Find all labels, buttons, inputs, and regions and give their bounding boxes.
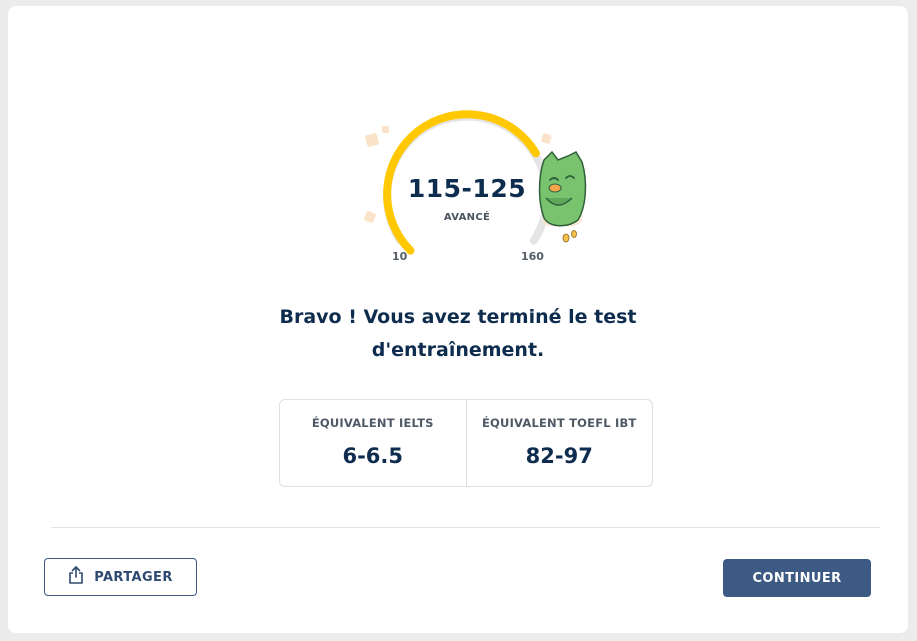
- divider: [51, 527, 880, 528]
- share-button-label: PARTAGER: [94, 569, 173, 585]
- score-range: 115-125: [407, 174, 527, 203]
- scale-min-label: 10: [392, 250, 408, 263]
- confetti-icon: [541, 133, 552, 144]
- continue-button[interactable]: CONTINUER: [723, 559, 871, 597]
- ielts-label: ÉQUIVALENT IELTS: [311, 416, 434, 430]
- toefl-value: 82-97: [525, 444, 593, 468]
- completion-heading-line2: d'entraînement.: [371, 339, 545, 361]
- completion-heading: Bravo ! Vous avez terminé le test d'entr…: [258, 301, 658, 367]
- score-gauge: 115-125 AVANCÉ 10 160: [354, 104, 604, 274]
- equivalents-box: ÉQUIVALENT IELTS 6-6.5 ÉQUIVALENT TOEFL …: [279, 399, 653, 487]
- share-button[interactable]: PARTAGER: [44, 558, 197, 596]
- confetti-icon: [382, 126, 389, 133]
- confetti-icon: [365, 133, 379, 147]
- results-card: 115-125 AVANCÉ 10 160 Bravo ! Vous avez …: [8, 6, 908, 633]
- continue-button-label: CONTINUER: [752, 570, 842, 586]
- toefl-equivalent: ÉQUIVALENT TOEFL IBT 82-97: [465, 400, 653, 486]
- completion-heading-line1: Bravo ! Vous avez terminé le test: [279, 306, 637, 328]
- toefl-label: ÉQUIVALENT TOEFL IBT: [482, 416, 637, 430]
- share-icon: [68, 566, 84, 588]
- ielts-value: 6-6.5: [342, 444, 404, 468]
- ielts-equivalent: ÉQUIVALENT IELTS 6-6.5: [280, 400, 466, 486]
- scale-max-label: 160: [521, 250, 544, 263]
- level-label: AVANCÉ: [443, 212, 491, 223]
